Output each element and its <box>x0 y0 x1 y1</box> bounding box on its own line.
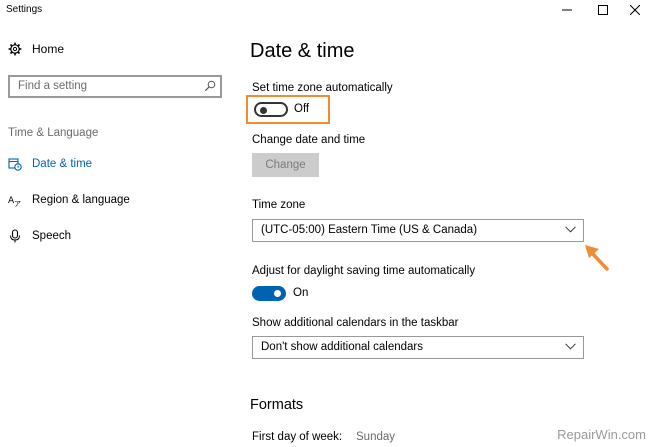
change-date-label: Change date and time <box>252 134 366 146</box>
toggle-knob <box>260 106 267 114</box>
daylight-label: Adjust for daylight saving time automati… <box>252 265 476 277</box>
minimize-button[interactable] <box>550 0 584 20</box>
watermark: RepairWin.com <box>557 427 646 442</box>
gear-icon <box>8 42 22 56</box>
calendars-value: Don't show additional calendars <box>261 341 424 353</box>
calendars-dropdown[interactable]: Don't show additional calendars <box>252 336 584 359</box>
calendars-label: Show additional calendars in the taskbar <box>252 317 459 329</box>
minimize-icon <box>562 9 572 11</box>
search-input[interactable]: Find a setting <box>8 75 222 98</box>
first-day-value: Sunday <box>356 431 396 443</box>
sidebar-item-date-time[interactable]: Date & time <box>8 157 92 171</box>
page-title: Date & time <box>250 40 355 62</box>
sidebar-item-label: Region & language <box>32 194 130 206</box>
sidebar-home[interactable]: Home <box>8 42 64 56</box>
microphone-icon <box>8 229 22 243</box>
sidebar-item-speech[interactable]: Speech <box>8 229 71 243</box>
calendar-clock-icon <box>8 157 22 171</box>
title-bar: Settings <box>0 0 652 20</box>
daylight-toggle[interactable] <box>252 286 286 301</box>
close-icon <box>630 5 640 15</box>
maximize-button[interactable] <box>586 0 620 20</box>
search-icon[interactable] <box>204 80 216 92</box>
daylight-state: On <box>293 287 309 299</box>
timezone-label: Time zone <box>252 199 306 211</box>
language-icon: A ア <box>8 193 22 207</box>
timezone-dropdown[interactable]: (UTC-05:00) Eastern Time (US & Canada) <box>252 219 584 242</box>
change-button[interactable]: Change <box>252 153 319 177</box>
auto-timezone-label: Set time zone automatically <box>252 82 393 94</box>
sidebar-section-heading: Time & Language <box>8 127 99 139</box>
chevron-down-icon <box>565 343 576 350</box>
search-placeholder: Find a setting <box>18 80 88 92</box>
timezone-value: (UTC-05:00) Eastern Time (US & Canada) <box>261 224 478 236</box>
home-label: Home <box>32 42 65 56</box>
auto-timezone-state: Off <box>294 103 310 115</box>
sidebar-item-label: Date & time <box>32 158 93 170</box>
svg-text:ア: ア <box>14 200 21 207</box>
auto-timezone-toggle[interactable] <box>254 102 288 117</box>
highlight-box: Off <box>246 95 330 124</box>
close-button[interactable] <box>618 0 652 20</box>
first-day-label: First day of week: <box>252 431 343 443</box>
maximize-icon <box>598 5 608 15</box>
sidebar-item-region-language[interactable]: A ア Region & language <box>8 193 130 207</box>
chevron-down-icon <box>565 226 576 233</box>
arrow-annotation-icon <box>585 245 609 271</box>
toggle-knob <box>274 290 281 297</box>
formats-title: Formats <box>250 397 304 413</box>
main-content: Date & time Set time zone automatically … <box>232 20 652 447</box>
sidebar-item-label: Speech <box>32 230 72 242</box>
window-title: Settings <box>6 4 43 15</box>
